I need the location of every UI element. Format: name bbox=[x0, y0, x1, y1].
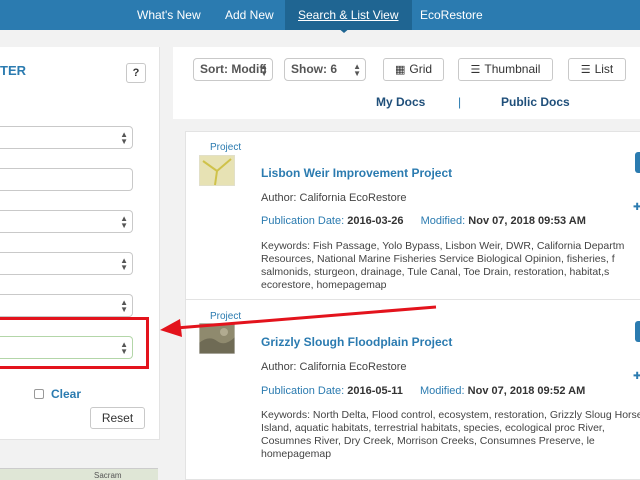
modified-date: Nov 07, 2018 09:52 AM bbox=[467, 385, 586, 397]
result-thumbnail[interactable] bbox=[199, 323, 235, 354]
tab-public-docs[interactable]: Public Docs bbox=[501, 95, 570, 109]
help-button[interactable]: ? bbox=[126, 63, 146, 83]
result-title-link[interactable]: Lisbon Weir Improvement Project bbox=[261, 166, 452, 180]
result-author: Author: California EcoRestore bbox=[261, 192, 407, 204]
divider bbox=[186, 299, 640, 300]
nav-whats-new[interactable]: What's New bbox=[137, 0, 201, 30]
list-icon: ☰ bbox=[580, 64, 591, 76]
result-action-button[interactable] bbox=[635, 321, 640, 342]
result-type: Project bbox=[210, 142, 242, 153]
reset-button[interactable]: Reset bbox=[90, 407, 145, 429]
clear-checkbox[interactable] bbox=[34, 389, 44, 399]
show-select[interactable]: Show: 6 ▲ ▼ bbox=[284, 58, 366, 81]
result-dates: Publication Date: 2016-03-26 Modified: N… bbox=[261, 215, 586, 227]
result-action-button[interactable] bbox=[635, 152, 640, 173]
select-arrows-icon: ▲ ▼ bbox=[120, 256, 128, 272]
result-dates: Publication Date: 2016-05-11 Modified: N… bbox=[261, 385, 585, 397]
result-type: Project bbox=[210, 311, 242, 322]
pin-icon[interactable]: ✚ bbox=[633, 202, 640, 213]
map-preview[interactable] bbox=[0, 468, 158, 480]
filter-select-1[interactable]: ▲ ▼ bbox=[0, 126, 133, 149]
pin-icon[interactable]: ✚ bbox=[633, 371, 640, 382]
filter-select-2[interactable]: ▲ ▼ bbox=[0, 210, 133, 233]
thumbnail-view-label: Thumbnail bbox=[484, 62, 541, 76]
show-select-label: Show: 6 bbox=[291, 62, 338, 76]
select-arrows-icon: ▲ ▼ bbox=[260, 62, 268, 78]
results-toolbar: Sort: Modifi ▲ ▼ Show: 6 ▲ ▼ ▦ Grid ☰ Thumbn… bbox=[173, 47, 640, 119]
top-nav: What's New Add New Search & List View Ec… bbox=[0, 0, 640, 33]
result-author: Author: California EcoRestore bbox=[261, 361, 407, 373]
sort-select-label: Sort: Modifi bbox=[200, 62, 267, 76]
modified-label: Modified: bbox=[419, 385, 465, 397]
filter-title: TER bbox=[0, 63, 26, 78]
filter-select-4[interactable]: ▲ ▼ bbox=[0, 294, 133, 317]
publication-label: Publication Date: bbox=[261, 215, 345, 227]
thumbnail-view-button[interactable]: ☰ Thumbnail bbox=[458, 58, 553, 81]
select-arrows-icon: ▲ ▼ bbox=[120, 214, 128, 230]
results-list: Project Lisbon Weir Improvement Project … bbox=[185, 131, 640, 480]
grid-view-button[interactable]: ▦ Grid bbox=[383, 58, 444, 81]
result-title-link[interactable]: Grizzly Slough Floodplain Project bbox=[261, 335, 452, 349]
result-keywords: Keywords: Fish Passage, Yolo Bypass, Lis… bbox=[261, 240, 625, 291]
active-nav-caret bbox=[337, 27, 351, 33]
filter-panel: TER ? bbox=[0, 47, 160, 440]
publication-label: Publication Date: bbox=[261, 385, 345, 397]
annotation-highlight-box bbox=[0, 317, 149, 369]
clear-link[interactable]: Clear bbox=[51, 387, 81, 401]
tab-my-docs[interactable]: My Docs bbox=[376, 95, 425, 109]
nav-ecorestore[interactable]: EcoRestore bbox=[420, 0, 483, 30]
select-arrows-icon: ▲ ▼ bbox=[353, 62, 361, 78]
nav-add-new[interactable]: Add New bbox=[225, 0, 274, 30]
thumbnail-icon: ☰ bbox=[470, 64, 481, 76]
nav-search-list-view[interactable]: Search & List View bbox=[285, 0, 412, 30]
filter-select-3[interactable]: ▲ ▼ bbox=[0, 252, 133, 275]
publication-date: 2016-03-26 bbox=[347, 215, 404, 227]
sort-select[interactable]: Sort: Modifi ▲ ▼ bbox=[193, 58, 273, 81]
tab-separator: | bbox=[458, 95, 462, 109]
result-thumbnail[interactable] bbox=[199, 155, 235, 186]
filter-text-input[interactable] bbox=[0, 168, 133, 191]
select-arrows-icon: ▲ ▼ bbox=[120, 298, 128, 314]
publication-date: 2016-05-11 bbox=[347, 385, 403, 397]
list-view-label: List bbox=[594, 62, 614, 76]
list-view-button[interactable]: ☰ List bbox=[568, 58, 626, 81]
grid-icon: ▦ bbox=[394, 64, 406, 76]
select-arrows-icon: ▲ ▼ bbox=[120, 130, 128, 146]
modified-date: Nov 07, 2018 09:53 AM bbox=[468, 215, 586, 227]
doc-tabs: My Docs | Public Docs bbox=[173, 95, 640, 113]
modified-label: Modified: bbox=[420, 215, 466, 227]
map-label: Sacram bbox=[94, 471, 122, 480]
grid-view-label: Grid bbox=[409, 62, 433, 76]
result-keywords: Keywords: North Delta, Flood control, ec… bbox=[261, 409, 640, 460]
